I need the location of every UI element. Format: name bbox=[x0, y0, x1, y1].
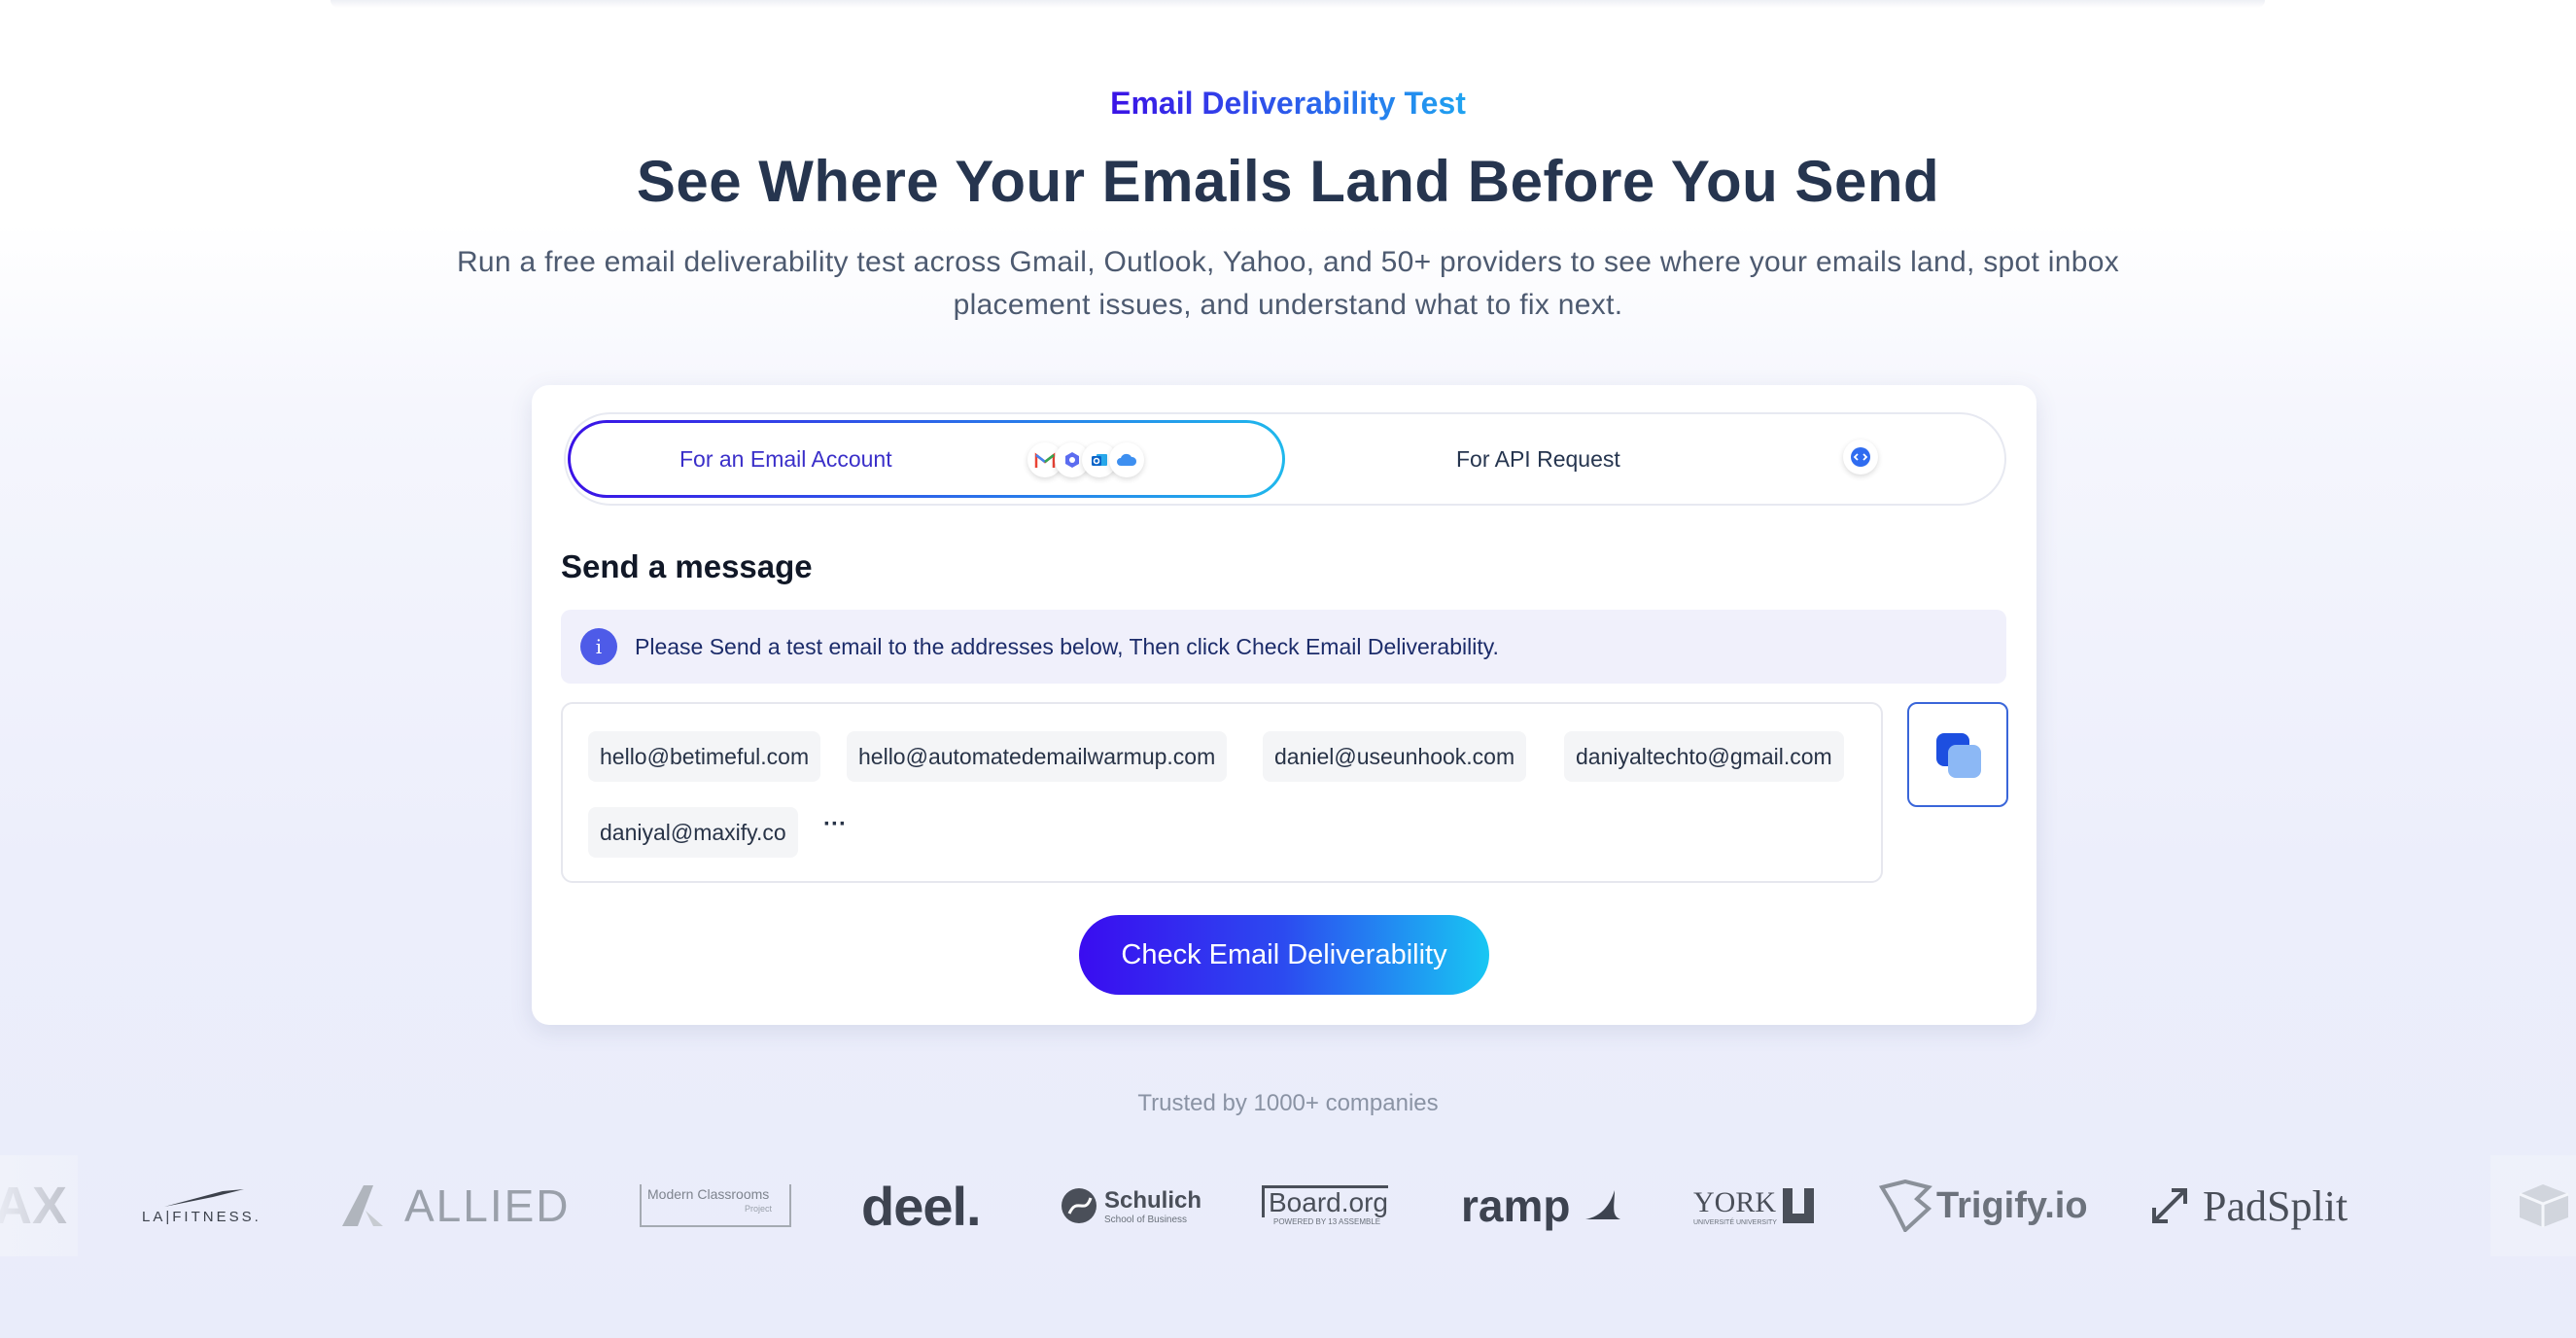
email-chip[interactable]: daniyaltechto@gmail.com bbox=[1564, 731, 1844, 782]
tab-api-request-label: For API Request bbox=[1456, 445, 1620, 472]
tab-email-account-label: For an Email Account bbox=[679, 445, 892, 472]
allied-mark-icon bbox=[342, 1185, 383, 1226]
email-chip[interactable]: daniyal@maxify.co bbox=[588, 807, 798, 858]
logo-schulich-text: Schulich bbox=[1104, 1186, 1202, 1214]
logo-board-text: Board.org bbox=[1262, 1185, 1388, 1217]
section-title: Send a message bbox=[561, 548, 813, 584]
info-banner: i Please Send a test email to the addres… bbox=[561, 610, 2006, 684]
copy-emails-button[interactable] bbox=[1907, 702, 2008, 807]
logo-padsplit: PadSplit bbox=[2146, 1147, 2348, 1264]
more-emails-button[interactable]: ··· bbox=[823, 811, 847, 838]
logo-lafitness-text: LA|FITNESS. bbox=[142, 1208, 261, 1225]
logo-trigify-text: Trigify.io bbox=[1936, 1184, 2088, 1226]
logo-deel: deel. bbox=[861, 1147, 982, 1264]
logo-allied: ALLIED bbox=[340, 1147, 571, 1264]
logo-york-sub: UNIVERSITÉ UNIVERSITY bbox=[1693, 1218, 1777, 1226]
logo-ramp: ramp bbox=[1461, 1147, 1624, 1264]
copy-icon bbox=[1936, 733, 1981, 778]
logo-allied-text: ALLIED bbox=[404, 1180, 571, 1231]
york-u-icon bbox=[1782, 1188, 1814, 1223]
logo-deel-text: deel. bbox=[861, 1175, 982, 1237]
logo-strip-fade-right bbox=[2490, 1155, 2576, 1256]
logo-trigify: Trigify.io bbox=[1878, 1147, 2088, 1264]
logo-board-sub: POWERED BY 13 ASSEMBLE bbox=[1273, 1217, 1381, 1226]
tab-switcher: For an Email Account For API Request bbox=[564, 412, 2006, 506]
logo-modern-classrooms-text: Modern Classrooms bbox=[647, 1186, 770, 1202]
email-chip[interactable]: hello@automatedemailwarmup.com bbox=[847, 731, 1228, 782]
logo-ramp-text: ramp bbox=[1461, 1180, 1571, 1231]
tab-api-request[interactable]: For API Request bbox=[1285, 420, 2002, 498]
logo-york: YORK UNIVERSITÉ UNIVERSITY bbox=[1693, 1147, 1816, 1264]
logo-lafitness: LA|FITNESS. bbox=[142, 1147, 261, 1264]
deliverability-card: For an Email Account For API Request Sen… bbox=[532, 385, 2036, 1025]
logo-strip-fade-left bbox=[0, 1155, 78, 1256]
lafitness-swoosh-icon bbox=[164, 1188, 245, 1207]
padsplit-mark-icon bbox=[2152, 1188, 2187, 1223]
tab-email-account[interactable]: For an Email Account bbox=[568, 420, 1285, 498]
hero-eyebrow: Email Deliverability Test bbox=[1110, 86, 1466, 121]
logo-board: Board.org POWERED BY 13 ASSEMBLE bbox=[1262, 1147, 1388, 1264]
email-chip[interactable]: hello@betimeful.com bbox=[588, 731, 821, 782]
logo-modern-classrooms: Modern Classrooms Project bbox=[640, 1147, 791, 1264]
ramp-mark-icon bbox=[1585, 1190, 1621, 1219]
trusted-label: Trusted by 1000+ companies bbox=[1137, 1090, 1439, 1116]
check-deliverability-button[interactable]: Check Email Deliverability bbox=[1079, 915, 1489, 995]
code-icon bbox=[1843, 440, 1878, 475]
info-icon: i bbox=[580, 628, 617, 665]
trigify-mark-icon bbox=[1878, 1180, 1932, 1232]
email-chip[interactable]: daniel@useunhook.com bbox=[1263, 731, 1527, 782]
logo-schulich-sub: School of Business bbox=[1104, 1214, 1188, 1225]
logo-schulich: Schulich School of Business bbox=[1060, 1147, 1201, 1264]
logo-strip: AX LA|FITNESS. ALLIED Modern Classrooms … bbox=[0, 1147, 2576, 1264]
page-title: See Where Your Emails Land Before You Se… bbox=[636, 149, 1940, 214]
icloud-icon bbox=[1109, 442, 1144, 477]
info-text: Please Send a test email to the addresse… bbox=[635, 634, 1499, 659]
logo-padsplit-text: PadSplit bbox=[2203, 1181, 2349, 1230]
schulich-mark-icon bbox=[1062, 1188, 1097, 1223]
header-shadow bbox=[331, 0, 2265, 8]
email-address-list: hello@betimeful.com hello@automatedemail… bbox=[561, 702, 1883, 883]
logo-modern-classrooms-sub: Project bbox=[744, 1204, 772, 1214]
logo-york-text: YORK bbox=[1693, 1185, 1777, 1218]
hero-subtitle: Run a free email deliverability test acr… bbox=[456, 246, 2120, 321]
